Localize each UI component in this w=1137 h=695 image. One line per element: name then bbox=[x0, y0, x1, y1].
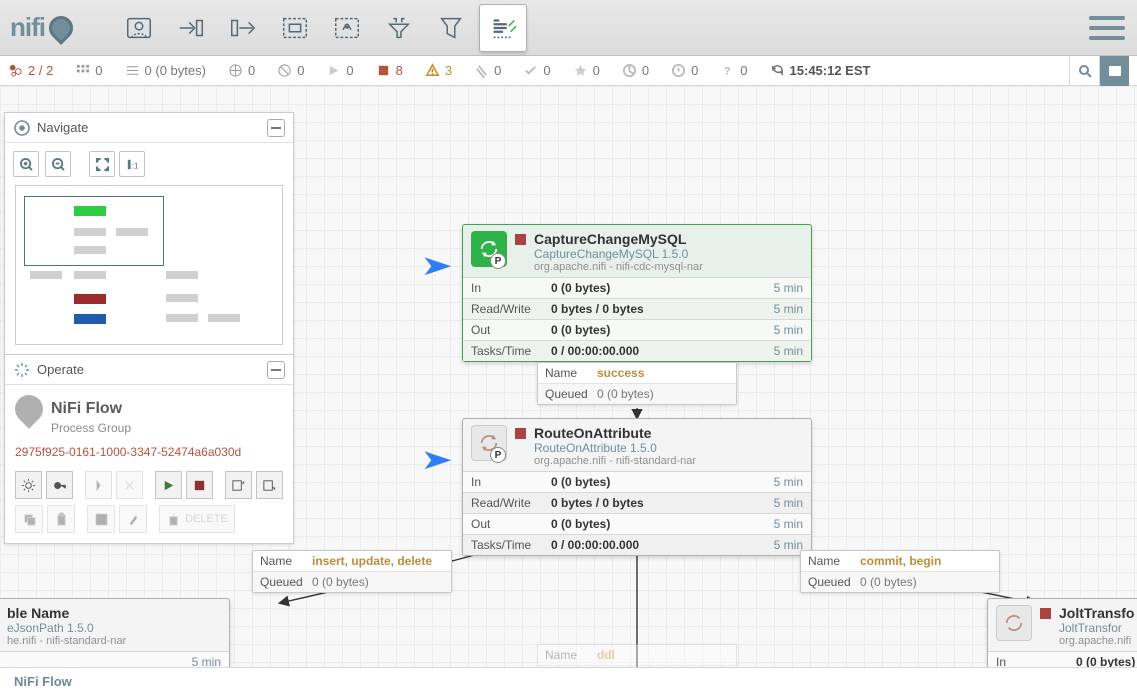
status-remote-inactive: 0 bbox=[277, 63, 304, 78]
brand-logo: nifi bbox=[0, 0, 105, 56]
operate-uuid: 2975f925-0161-1000-3347-52474a6a030d bbox=[15, 445, 283, 459]
add-output-port-button[interactable] bbox=[219, 4, 267, 52]
status-disabled: 0 bbox=[474, 63, 501, 78]
connection-success[interactable]: Namesuccess Queued0 (0 bytes) bbox=[537, 362, 737, 405]
primary-node-badge: P bbox=[490, 253, 506, 269]
status-uptodate: 0 bbox=[523, 63, 550, 78]
zoom-out-button[interactable] bbox=[45, 151, 71, 177]
processor-routeonattribute[interactable]: RouteOnAttribute RouteOnAttribute 1.5.0 … bbox=[462, 418, 812, 556]
configure-button[interactable] bbox=[15, 471, 42, 499]
navigate-collapse-button[interactable] bbox=[267, 119, 285, 137]
disable-button bbox=[116, 471, 143, 499]
start-button[interactable] bbox=[155, 471, 182, 499]
annotation-arrow-icon: ➤ bbox=[420, 443, 453, 476]
status-queued: 0 (0 bytes) bbox=[125, 63, 206, 78]
connection-commit-begin[interactable]: Namecommit, begin Queued0 (0 bytes) bbox=[800, 550, 1000, 593]
add-template-button[interactable] bbox=[427, 4, 475, 52]
add-processor-button[interactable] bbox=[115, 4, 163, 52]
add-remote-process-group-button[interactable] bbox=[323, 4, 371, 52]
operate-group-name: NiFi Flow bbox=[51, 400, 122, 418]
status-threads: 0 bbox=[75, 63, 102, 78]
navigate-title: Navigate bbox=[37, 120, 88, 135]
process-group-icon bbox=[9, 389, 49, 429]
enable-button bbox=[85, 471, 112, 499]
status-stale: 0 bbox=[622, 63, 649, 78]
zoom-fit-button[interactable] bbox=[89, 151, 115, 177]
processor-capturechangemysql[interactable]: CaptureChangeMySQL CaptureChangeMySQL 1.… bbox=[462, 224, 812, 362]
status-sync-fail: 0 bbox=[671, 63, 698, 78]
primary-node-badge: P bbox=[490, 447, 506, 463]
flow-canvas[interactable]: Navigate :1 bbox=[0, 86, 1137, 667]
group-button bbox=[87, 505, 115, 533]
create-template-button[interactable] bbox=[225, 471, 252, 499]
breadcrumb[interactable]: NiFi Flow bbox=[0, 667, 1137, 695]
processor-jolttransform-partial[interactable]: JoltTransfo JoltTransfor org.apache.nifi… bbox=[987, 598, 1137, 673]
processor-icon bbox=[996, 605, 1032, 641]
add-label-button[interactable] bbox=[479, 4, 527, 52]
processor-type: CaptureChangeMySQL 1.5.0 bbox=[534, 247, 803, 261]
processor-state-stopped-icon bbox=[1040, 608, 1051, 619]
birdseye-view[interactable] bbox=[15, 185, 283, 345]
status-running: 0 bbox=[326, 63, 353, 78]
status-unknown: ?0 bbox=[720, 63, 747, 78]
status-invalid: 3 bbox=[425, 63, 452, 78]
status-remote-active: 0 bbox=[228, 63, 255, 78]
access-policies-button[interactable] bbox=[46, 471, 73, 499]
stop-button[interactable] bbox=[186, 471, 213, 499]
status-locally-modified: 0 bbox=[573, 63, 600, 78]
status-refresh[interactable]: 15:45:12 EST bbox=[770, 63, 871, 78]
global-menu-button[interactable] bbox=[1089, 10, 1125, 46]
bulletin-button[interactable] bbox=[1099, 56, 1129, 86]
zoom-in-button[interactable] bbox=[13, 151, 39, 177]
delete-button: DELETE bbox=[159, 505, 235, 533]
processor-evaluatejsonpath-partial[interactable]: ble Name eJsonPath 1.5.0 he.nifi - nifi-… bbox=[0, 598, 230, 673]
upload-template-button[interactable] bbox=[256, 471, 283, 499]
color-button bbox=[119, 505, 147, 533]
copy-button bbox=[15, 505, 43, 533]
status-stopped: 8 bbox=[376, 63, 403, 78]
operate-panel: Operate NiFi Flow Process Group 2975f925… bbox=[4, 354, 294, 544]
processor-state-stopped-icon bbox=[515, 234, 526, 245]
add-input-port-button[interactable] bbox=[167, 4, 215, 52]
toolbar: nifi bbox=[0, 0, 1137, 56]
processor-bundle: org.apache.nifi - nifi-cdc-mysql-nar bbox=[534, 261, 803, 273]
add-funnel-button[interactable] bbox=[375, 4, 423, 52]
navigate-panel: Navigate :1 bbox=[4, 112, 294, 356]
zoom-actual-button[interactable]: :1 bbox=[119, 151, 145, 177]
processor-bundle: org.apache.nifi - nifi-standard-nar bbox=[534, 455, 803, 467]
svg-text::1: :1 bbox=[131, 160, 138, 170]
processor-type: RouteOnAttribute 1.5.0 bbox=[534, 441, 803, 455]
add-process-group-button[interactable] bbox=[271, 4, 319, 52]
processor-name: RouteOnAttribute bbox=[534, 425, 803, 441]
operate-title: Operate bbox=[37, 362, 84, 377]
operate-collapse-button[interactable] bbox=[267, 361, 285, 379]
processor-name: CaptureChangeMySQL bbox=[534, 231, 803, 247]
operate-group-type: Process Group bbox=[51, 421, 283, 435]
paste-button bbox=[47, 505, 75, 533]
search-button[interactable] bbox=[1069, 56, 1099, 86]
processor-state-stopped-icon bbox=[515, 428, 526, 439]
connection-insert-update-delete[interactable]: Nameinsert, update, delete Queued0 (0 by… bbox=[252, 550, 452, 593]
annotation-arrow-icon: ➤ bbox=[420, 249, 453, 282]
status-nodes: 2 / 2 bbox=[8, 63, 53, 78]
status-bar: 2 / 2 0 0 (0 bytes) 0 0 0 8 3 0 0 0 0 0 … bbox=[0, 56, 1137, 86]
svg-text:?: ? bbox=[724, 65, 731, 77]
